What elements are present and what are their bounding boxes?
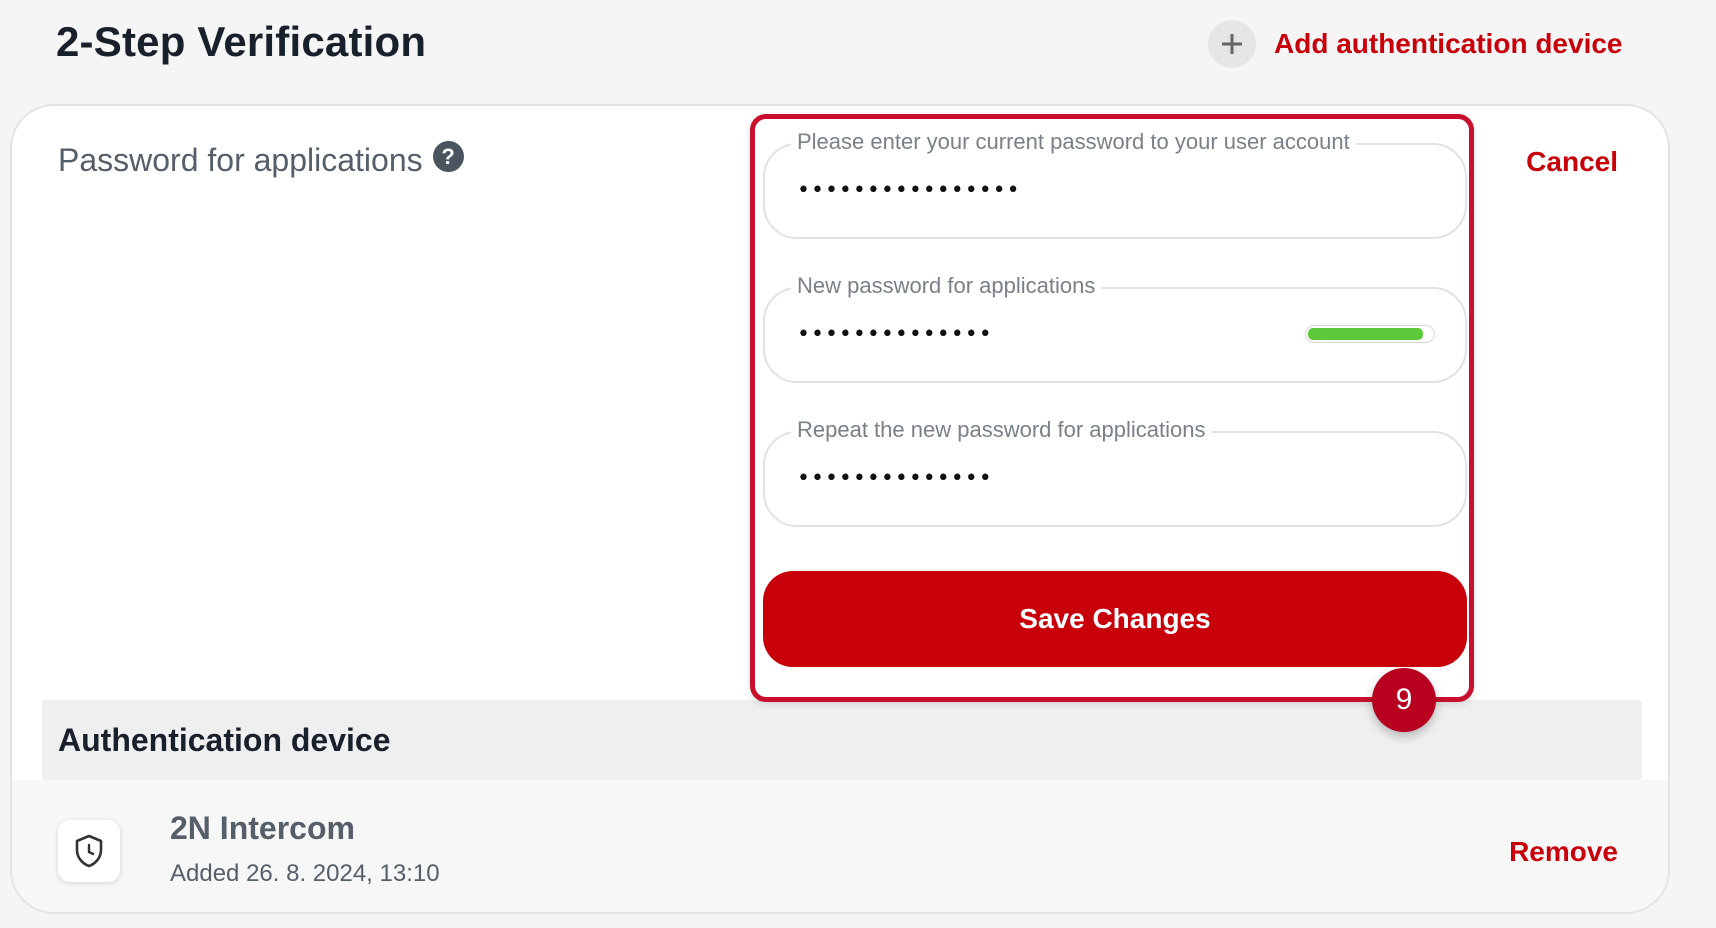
device-name: 2N Intercom	[170, 810, 355, 846]
current-password-label: Please enter your current password to yo…	[791, 129, 1356, 155]
new-password-input[interactable]	[795, 315, 1359, 353]
step-number-badge: 9	[1372, 668, 1436, 732]
repeat-password-label: Repeat the new password for applications	[791, 417, 1212, 443]
new-password-label: New password for applications	[791, 273, 1102, 299]
save-changes-button[interactable]: Save Changes	[763, 571, 1467, 667]
password-strength-fill	[1308, 328, 1424, 340]
shield-clock-icon	[58, 820, 120, 882]
current-password-field[interactable]: Please enter your current password to yo…	[763, 129, 1467, 239]
new-password-field[interactable]: New password for applications	[763, 273, 1467, 383]
authentication-device-title: Authentication device	[58, 721, 391, 758]
remove-device-button[interactable]: Remove	[1509, 836, 1618, 868]
device-list-item: 2N Intercom Added 26. 8. 2024, 13:10 Rem…	[12, 780, 1668, 912]
add-authentication-device-button[interactable]: Add authentication device	[1208, 20, 1623, 68]
plus-icon[interactable]	[1208, 20, 1256, 68]
password-section-title: Password for applications	[58, 142, 423, 178]
add-device-label[interactable]: Add authentication device	[1274, 28, 1623, 60]
page-title: 2-Step Verification	[56, 18, 427, 65]
repeat-password-input[interactable]	[795, 459, 1359, 497]
current-password-input[interactable]	[795, 171, 1359, 209]
device-added-date: Added 26. 8. 2024, 13:10	[170, 860, 440, 887]
repeat-password-field[interactable]: Repeat the new password for applications	[763, 417, 1467, 527]
password-change-form: Please enter your current password to yo…	[750, 114, 1474, 702]
cancel-button[interactable]: Cancel	[1526, 146, 1618, 178]
question-icon[interactable]: ?	[432, 141, 464, 172]
password-for-applications-heading: Password for applications ?	[58, 141, 464, 179]
password-strength-meter	[1305, 325, 1435, 343]
